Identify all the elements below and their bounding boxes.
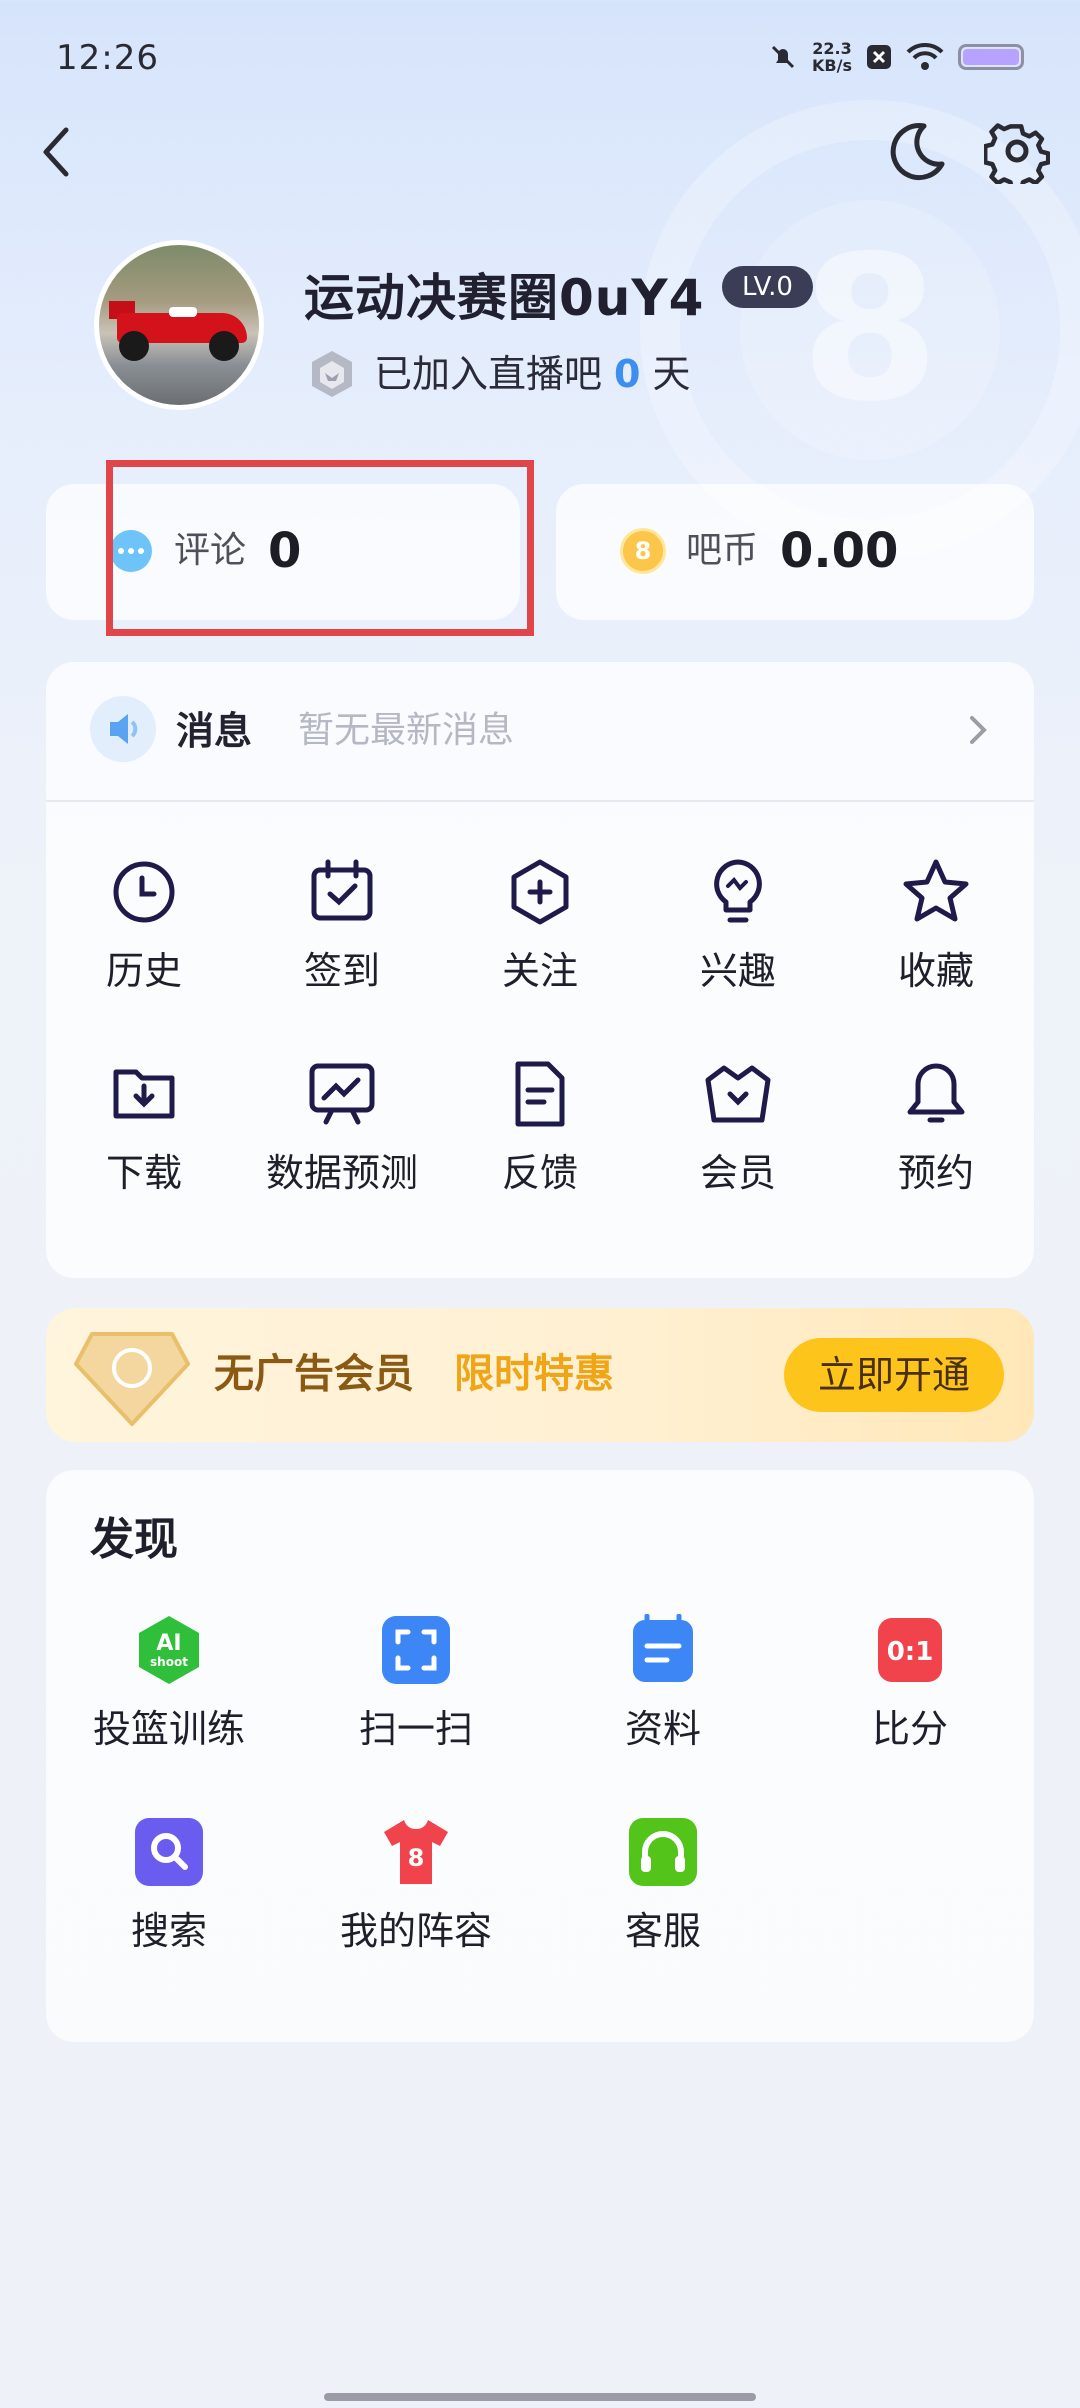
folder-info-icon bbox=[633, 1614, 693, 1682]
basket-icon bbox=[705, 1065, 771, 1123]
status-icons: 22.3 KB/s bbox=[768, 40, 1024, 74]
coins-card[interactable]: 8 吧币 0.00 bbox=[556, 484, 1034, 620]
coins-label: 吧币 bbox=[686, 530, 759, 571]
clock-icon bbox=[113, 861, 175, 923]
messages-row[interactable]: 消息 暂无最新消息 bbox=[46, 662, 1034, 802]
svg-text:AI: AI bbox=[156, 1631, 181, 1656]
discover-item-lineup[interactable]: 8 我的阵容 bbox=[293, 1816, 539, 1976]
speaker-icon bbox=[90, 696, 156, 762]
grid-label: 反馈 bbox=[501, 1151, 578, 1195]
grid-label: 收藏 bbox=[897, 949, 974, 993]
discover-label: 搜索 bbox=[130, 1909, 207, 1953]
grid-item-reservation[interactable]: 预约 bbox=[838, 1058, 1034, 1228]
net-speed-value: 22.3 bbox=[812, 39, 852, 58]
diamond-badge-icon bbox=[74, 1332, 190, 1426]
ai-shoot-icon: AI shoot bbox=[139, 1616, 199, 1684]
messages-subtitle: 暂无最新消息 bbox=[298, 710, 515, 751]
discover-panel: 发现 AI shoot 投篮训练 扫一扫 资料 0:1 比分 搜索 8 我的阵容… bbox=[46, 1470, 1034, 2042]
discover-label: 扫一扫 bbox=[358, 1707, 473, 1751]
svg-text:shoot: shoot bbox=[150, 1655, 188, 1669]
grid-item-interest[interactable]: 兴趣 bbox=[640, 856, 836, 1026]
grid-label: 预约 bbox=[897, 1151, 974, 1195]
activate-vip-button[interactable]: 立即开通 bbox=[784, 1338, 1004, 1412]
grid-label: 数据预测 bbox=[265, 1151, 418, 1195]
username: 运动决赛圈0uY4 bbox=[304, 269, 705, 327]
discover-item-scan[interactable]: 扫一扫 bbox=[293, 1614, 539, 1774]
vip-promo: 限时特惠 bbox=[454, 1351, 614, 1397]
net-speed-unit: KB/s bbox=[812, 56, 852, 75]
discover-title: 发现 bbox=[90, 1514, 178, 1565]
moon-icon[interactable] bbox=[884, 118, 950, 184]
star-icon bbox=[903, 859, 969, 922]
bell-icon bbox=[907, 1063, 965, 1123]
lightbulb-icon bbox=[714, 859, 762, 923]
folder-download-icon bbox=[113, 1069, 175, 1119]
messages-title: 消息 bbox=[176, 709, 253, 753]
coins-value: 0.00 bbox=[780, 523, 899, 579]
grid-label: 下载 bbox=[105, 1151, 182, 1195]
net-speed: 22.3 KB/s bbox=[812, 40, 852, 74]
discover-item-score[interactable]: 0:1 比分 bbox=[787, 1614, 1033, 1774]
headset-icon bbox=[629, 1818, 697, 1886]
vip-text: 无广告会员 bbox=[214, 1351, 414, 1397]
sim-x-icon bbox=[867, 45, 891, 69]
svg-text:0:1: 0:1 bbox=[887, 1637, 934, 1667]
discover-label: 投篮训练 bbox=[92, 1707, 245, 1751]
grid-item-follow[interactable]: 关注 bbox=[442, 856, 638, 1026]
jersey-icon: 8 bbox=[384, 1820, 448, 1884]
mute-bell-icon bbox=[771, 45, 795, 69]
calendar-check-icon bbox=[311, 859, 373, 921]
wifi-icon bbox=[906, 42, 944, 70]
grid-item-checkin[interactable]: 签到 bbox=[244, 856, 440, 1026]
search-icon bbox=[135, 1818, 203, 1886]
grid-item-prediction[interactable]: 数据预测 bbox=[244, 1058, 440, 1228]
discover-item-support[interactable]: 客服 bbox=[540, 1816, 786, 1976]
back-icon[interactable] bbox=[28, 122, 88, 182]
grid-item-download[interactable]: 下载 bbox=[46, 1058, 242, 1228]
scan-icon bbox=[382, 1616, 450, 1684]
score-icon: 0:1 bbox=[878, 1618, 942, 1682]
document-icon bbox=[515, 1061, 565, 1127]
highlight-box bbox=[106, 460, 534, 636]
gear-icon[interactable] bbox=[984, 118, 1050, 184]
shield-badge-icon bbox=[312, 351, 352, 397]
grid-label: 历史 bbox=[105, 949, 182, 993]
coin-icon: 8 bbox=[620, 528, 666, 574]
joined-prefix: 已加入直播吧 bbox=[374, 352, 603, 396]
discover-item-search[interactable]: 搜索 bbox=[46, 1816, 292, 1976]
discover-label: 比分 bbox=[871, 1707, 948, 1751]
hexagon-plus-icon bbox=[511, 859, 569, 925]
grid-label: 签到 bbox=[303, 949, 380, 993]
grid-label: 兴趣 bbox=[699, 949, 776, 993]
grid-item-membership[interactable]: 会员 bbox=[640, 1058, 836, 1228]
badge-watermark-number: 8 bbox=[740, 200, 1000, 460]
grid-item-favorites[interactable]: 收藏 bbox=[838, 856, 1034, 1026]
discover-label: 资料 bbox=[624, 1707, 701, 1751]
joined-info: 已加入直播吧 0 天 bbox=[374, 348, 690, 400]
discover-label: 我的阵容 bbox=[339, 1909, 492, 1953]
grid-item-feedback[interactable]: 反馈 bbox=[442, 1058, 638, 1228]
joined-days: 0 bbox=[614, 352, 641, 396]
grid-label: 会员 bbox=[699, 1151, 776, 1195]
svg-text:8: 8 bbox=[408, 1844, 425, 1872]
grid-label: 关注 bbox=[501, 949, 578, 993]
battery-icon bbox=[958, 44, 1024, 70]
chart-board-icon bbox=[309, 1063, 375, 1125]
features-panel: 消息 暂无最新消息 历史 签到 关注 兴趣 收藏 下载 数据预测 反馈 会员 预… bbox=[46, 662, 1034, 1278]
discover-item-shoot-training[interactable]: AI shoot 投篮训练 bbox=[46, 1614, 292, 1774]
level-badge: LV.0 bbox=[722, 266, 813, 308]
grid-item-history[interactable]: 历史 bbox=[46, 856, 242, 1026]
vip-banner[interactable]: 无广告会员 限时特惠 立即开通 bbox=[46, 1308, 1034, 1442]
chevron-right-icon bbox=[970, 716, 987, 744]
avatar[interactable] bbox=[94, 240, 264, 410]
status-time: 12:26 bbox=[56, 38, 159, 78]
home-indicator[interactable] bbox=[324, 2393, 756, 2401]
discover-item-info[interactable]: 资料 bbox=[540, 1614, 786, 1774]
joined-suffix: 天 bbox=[652, 352, 691, 396]
discover-label: 客服 bbox=[624, 1909, 701, 1953]
